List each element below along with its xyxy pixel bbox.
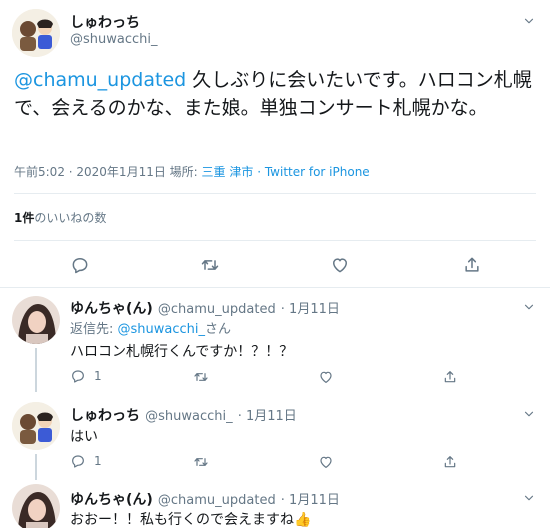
avatar-image xyxy=(12,402,60,450)
avatar[interactable] xyxy=(12,9,60,57)
divider xyxy=(0,287,550,288)
avatar[interactable] xyxy=(12,402,60,450)
like-icon[interactable] xyxy=(318,454,334,470)
avatar-image xyxy=(12,484,60,528)
reply-to-label: 返信先: xyxy=(70,322,118,337)
retweet-icon[interactable] xyxy=(200,255,220,275)
likes-count: 1件 xyxy=(14,211,35,225)
tweet-date[interactable]: · 1月11日 xyxy=(238,409,297,424)
place-label: 場所: xyxy=(169,165,198,179)
author-display-name[interactable]: しゅわっち xyxy=(70,408,140,424)
reply-action[interactable]: 1 xyxy=(70,368,102,384)
thread-line xyxy=(35,454,37,480)
reply-context: 返信先: @shuwacchi_さん xyxy=(70,318,231,337)
reply-header: ゆんちゃ(ん) @chamu_updated · 1月11日 xyxy=(70,298,340,318)
tweet-timestamp[interactable]: 午前5:02 · 2020年1月11日 xyxy=(14,165,166,179)
author-handle[interactable]: @chamu_updated xyxy=(158,302,276,317)
author-handle[interactable]: @shuwacchi_ xyxy=(145,409,233,424)
reply-to-suffix: さん xyxy=(205,322,232,337)
tweet-text: はい xyxy=(70,429,98,445)
divider xyxy=(14,240,536,241)
retweet-icon[interactable] xyxy=(193,454,209,470)
reply-header: しゅわっち @shuwacchi_ · 1月11日 xyxy=(70,405,297,425)
author-display-name[interactable]: ゆんちゃ(ん) xyxy=(70,301,153,317)
reply-count: 1 xyxy=(94,454,102,468)
reply-count: 1 xyxy=(94,369,102,383)
avatar-image xyxy=(12,296,60,344)
author-handle[interactable]: @chamu_updated xyxy=(158,493,276,508)
chevron-down-icon[interactable] xyxy=(522,300,536,314)
author-handle[interactable]: @shuwacchi_ xyxy=(70,32,158,47)
mention-link[interactable]: @chamu_updated xyxy=(14,69,186,91)
share-icon[interactable] xyxy=(442,369,458,385)
source-link[interactable]: · Twitter for iPhone xyxy=(257,165,369,179)
tweet-date[interactable]: · 1月11日 xyxy=(281,493,340,508)
tweet-meta: 午前5:02 · 2020年1月11日 場所: 三重 津市 · Twitter … xyxy=(14,163,370,180)
share-icon[interactable] xyxy=(462,255,482,275)
tweet-text: おおー！！私も行くので会えますね👍 xyxy=(70,512,312,528)
retweet-icon[interactable] xyxy=(193,369,209,385)
reply-to-handle[interactable]: @shuwacchi_ xyxy=(118,322,206,337)
reply-action[interactable]: 1 xyxy=(70,453,102,469)
tweet-text: ハロコン札幌行くんですか！？！？ xyxy=(70,344,294,360)
thread-line xyxy=(35,348,37,392)
like-icon[interactable] xyxy=(330,255,350,275)
author-display-name[interactable]: しゅわっち xyxy=(70,12,140,32)
share-icon[interactable] xyxy=(442,454,458,470)
reply-header: ゆんちゃ(ん) @chamu_updated · 1月11日 xyxy=(70,489,340,509)
avatar[interactable] xyxy=(12,296,60,344)
tweet-date[interactable]: · 1月11日 xyxy=(281,302,340,317)
likes-label: のいいねの数 xyxy=(34,211,107,225)
reply-icon[interactable] xyxy=(70,255,90,275)
likes-summary[interactable]: 1件のいいねの数 xyxy=(14,209,106,226)
chevron-down-icon[interactable] xyxy=(522,407,536,421)
like-icon[interactable] xyxy=(318,369,334,385)
avatar-image xyxy=(12,9,60,57)
author-display-name[interactable]: ゆんちゃ(ん) xyxy=(70,492,153,508)
place-link[interactable]: 三重 津市 xyxy=(202,165,254,179)
reply-icon xyxy=(70,453,86,469)
tweet-text: @chamu_updated 久しぶりに会いたいです。ハロコン札幌で、会えるのか… xyxy=(14,66,536,122)
divider xyxy=(14,193,536,194)
reply-icon xyxy=(70,368,86,384)
chevron-down-icon[interactable] xyxy=(522,14,536,28)
chevron-down-icon[interactable] xyxy=(522,491,536,505)
avatar[interactable] xyxy=(12,484,60,528)
